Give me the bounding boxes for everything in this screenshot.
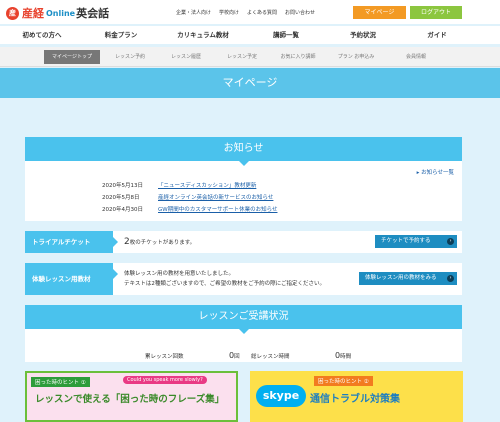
toplink-contact[interactable]: お問い合わせ: [285, 9, 315, 16]
news-link[interactable]: 産経オンライン英会話の新サービスのお知らせ: [158, 193, 273, 201]
news-item: 2020年5月13日 「ニュースディスカッション」教材更新: [102, 181, 256, 189]
subnav-reserve[interactable]: レッスン予約: [104, 50, 156, 64]
news-link[interactable]: 「ニュースディスカッション」教材更新: [158, 181, 256, 189]
logo-text-online: Online: [46, 8, 76, 18]
nav-getting-started[interactable]: 初めての方へ: [0, 26, 84, 44]
header: 産 産経 Online 英会話 企業・法人向け 学校向け よくある質問 お問い合…: [0, 0, 500, 24]
sub-nav: マイページトップ レッスン予約 レッスン履歴 レッスン予定 お気に入り講師 プラ…: [0, 47, 500, 67]
view-trial-material-label: 体験レッスン用の教材をみる: [365, 275, 437, 281]
trial-ticket-message: 枚のチケットがあります。: [129, 240, 196, 246]
logout-button[interactable]: ログアウト: [410, 6, 462, 19]
trial-material-line1: 体験レッスン用の教材を用意いたしました。: [124, 271, 235, 277]
subnav-mypage-top[interactable]: マイページトップ: [44, 50, 100, 64]
logo-text-sankei: 産経: [22, 7, 44, 20]
toplink-business[interactable]: 企業・法人向け: [176, 9, 211, 16]
news-all-label: お知らせ一覧: [421, 170, 454, 176]
subnav-history[interactable]: レッスン履歴: [160, 50, 212, 64]
lesson-count-unit: 回: [234, 354, 240, 360]
phrase-banner[interactable]: 困った時のヒント ① Could you speak more slowly? …: [25, 371, 238, 422]
arrow-right-icon: ›: [447, 275, 454, 282]
lesson-status-heading: レッスンご受講状況: [25, 305, 462, 334]
phrase-banner-bubble: Could you speak more slowly?: [123, 376, 207, 384]
subnav-plan[interactable]: プラン お申込み: [328, 50, 384, 64]
toplink-faq[interactable]: よくある質問: [247, 9, 277, 16]
nav-pricing[interactable]: 料金プラン: [84, 26, 158, 44]
top-links: 企業・法人向け 学校向け よくある質問 お問い合わせ: [176, 9, 323, 16]
logo-text-eikaiwa: 英会話: [76, 7, 110, 20]
arrow-right-icon: ›: [447, 238, 454, 245]
news-item: 2020年4月30日 GW期間中のカスタマーサポート休業のお知らせ: [102, 205, 277, 213]
nav-reservation[interactable]: 予約状況: [324, 26, 402, 44]
nav-guide[interactable]: ガイド: [402, 26, 472, 44]
news-heading: お知らせ: [25, 137, 462, 166]
troubleshoot-banner-title: 通信トラブル対策集: [310, 394, 400, 405]
reserve-with-ticket-button[interactable]: チケットで予約する ›: [375, 235, 457, 248]
view-trial-material-button[interactable]: 体験レッスン用の教材をみる ›: [359, 272, 457, 285]
lesson-count: 累レッスン回数 0回: [145, 351, 240, 360]
phrase-banner-hint: 困った時のヒント ①: [31, 377, 90, 387]
news-panel: お知らせ ▸ お知らせ一覧 2020年5月13日 「ニュースディスカッション」教…: [25, 137, 462, 221]
news-item: 2020年5月8日 産経オンライン英会話の新サービスのお知らせ: [102, 193, 273, 201]
mypage-button[interactable]: マイページ: [353, 6, 406, 19]
nav-teachers[interactable]: 講師一覧: [248, 26, 324, 44]
news-date: 2020年5月13日: [102, 183, 143, 189]
page-title: マイページ: [0, 68, 500, 98]
troubleshoot-banner-hint: 困った時のヒント ②: [314, 376, 373, 386]
toplink-school[interactable]: 学校向け: [219, 9, 239, 16]
site-logo[interactable]: 産 産経 Online 英会話: [6, 5, 109, 21]
news-link[interactable]: GW期間中のカスタマーサポート休業のお知らせ: [158, 205, 277, 213]
trial-ticket-bar: トライアルチケット 2枚のチケットがあります。 チケットで予約する ›: [25, 231, 462, 253]
trial-material-label: 体験レッスン用教材: [25, 263, 118, 295]
main-nav: 初めての方へ 料金プラン カリキュラム教材 講師一覧 予約状況 ガイド: [0, 26, 500, 44]
phrase-banner-title: レッスンで使える「困った時のフレーズ集」: [35, 394, 225, 405]
news-date: 2020年4月30日: [102, 207, 143, 213]
subnav-member-info[interactable]: 会員情報: [388, 50, 444, 64]
nav-curriculum[interactable]: カリキュラム教材: [158, 26, 248, 44]
lesson-time-unit: 時間: [340, 354, 352, 360]
news-date: 2020年5月8日: [102, 195, 140, 201]
lesson-time-label: 総レッスン時間: [251, 354, 290, 360]
trial-material-bar: 体験レッスン用教材 体験レッスン用の教材を用意いたしました。 テキストは2種類ご…: [25, 263, 462, 295]
skype-logo-icon: skype: [256, 385, 306, 407]
trial-ticket-label: トライアルチケット: [25, 231, 118, 253]
troubleshoot-banner[interactable]: skype 困った時のヒント ② 通信トラブル対策集: [250, 371, 463, 422]
subnav-favorites[interactable]: お気に入り講師: [272, 50, 324, 64]
news-all-link[interactable]: ▸ お知らせ一覧: [417, 168, 454, 176]
lesson-status-panel: レッスンご受講状況 累レッスン回数 0回 総レッスン時間 0時間: [25, 305, 462, 362]
reserve-with-ticket-label: チケットで予約する: [381, 238, 431, 244]
trial-ticket-text: 2枚のチケットがあります。: [124, 237, 195, 247]
lesson-count-label: 累レッスン回数: [145, 354, 184, 360]
logo-mark-icon: 産: [6, 6, 19, 20]
subnav-schedule[interactable]: レッスン予定: [216, 50, 268, 64]
lesson-time: 総レッスン時間 0時間: [251, 351, 351, 360]
trial-material-line2: テキストは2種類ございますので、ご希望の教材をご予約の際にご指定ください。: [124, 281, 326, 287]
